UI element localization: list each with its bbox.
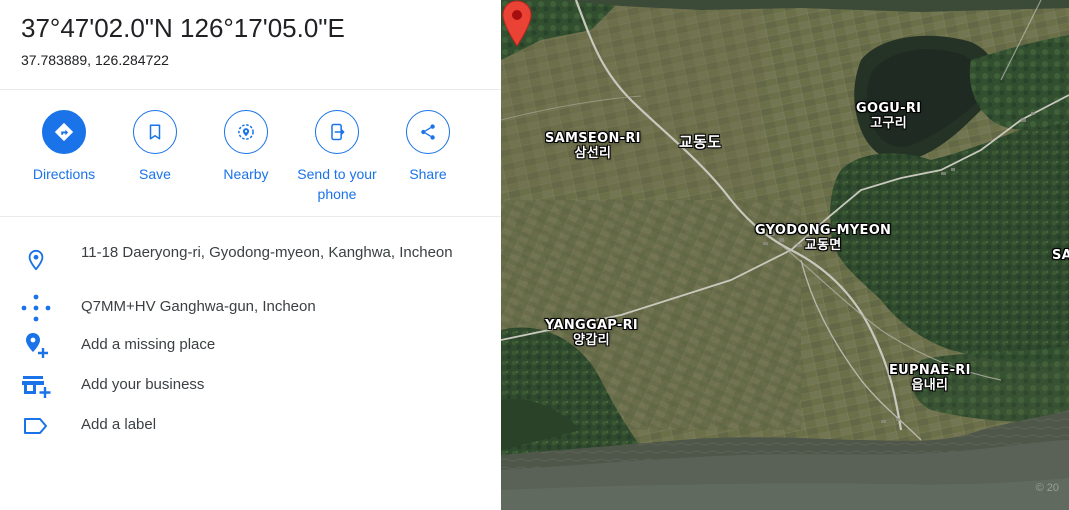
divider bbox=[0, 216, 501, 217]
map-watermark: © 20 bbox=[1035, 482, 1059, 494]
save-button[interactable]: Save bbox=[107, 110, 203, 184]
add-label-text: Add a label bbox=[81, 416, 157, 433]
divider bbox=[0, 89, 501, 90]
page-title: 37°47'02.0"N 126°17'05.0"E bbox=[21, 13, 345, 43]
plus-code-text: Q7MM+HV Ganghwa-gun, Incheon bbox=[81, 298, 316, 315]
share-label: Share bbox=[409, 166, 447, 182]
map-label-partial[interactable]: SA bbox=[1052, 248, 1069, 263]
share-icon bbox=[406, 110, 450, 154]
send-to-phone-icon bbox=[315, 110, 359, 154]
send-to-phone-button[interactable]: Send to your phone bbox=[289, 110, 385, 204]
satellite-imagery bbox=[501, 0, 1069, 510]
directions-button[interactable]: Directions bbox=[16, 110, 112, 184]
share-button[interactable]: Share bbox=[380, 110, 476, 184]
add-business-icon bbox=[18, 372, 54, 400]
nearby-icon bbox=[224, 110, 268, 154]
decimal-coordinates[interactable]: 37.783889, 126.284722 bbox=[21, 51, 169, 69]
send-to-phone-label: Send to your phone bbox=[297, 166, 377, 202]
add-label-row[interactable]: Add a label bbox=[0, 412, 501, 440]
location-marker-icon[interactable] bbox=[501, 0, 533, 48]
add-missing-place-row[interactable]: Add a missing place bbox=[0, 332, 501, 360]
place-panel: 37°47'02.0"N 126°17'05.0"E 37.783889, 12… bbox=[0, 0, 501, 510]
add-missing-place-text: Add a missing place bbox=[81, 336, 216, 353]
add-business-text: Add your business bbox=[81, 376, 205, 393]
map-label-eupnae-ri[interactable]: EUPNAE-RI 읍내리 bbox=[889, 363, 971, 393]
plus-code-icon bbox=[18, 294, 54, 322]
address-row[interactable]: 11-18 Daeryong-ri, Gyodong-myeon, Kanghw… bbox=[0, 242, 501, 282]
satellite-map[interactable]: SAMSEON-RI 삼선리 교동도 GOGU-RI 고구리 GYODONG-M… bbox=[501, 0, 1069, 510]
location-pin-icon bbox=[18, 246, 54, 274]
directions-icon bbox=[42, 110, 86, 154]
map-label-samseon-ri[interactable]: SAMSEON-RI 삼선리 bbox=[545, 131, 641, 161]
add-location-icon bbox=[18, 332, 54, 360]
address-text: 11-18 Daeryong-ri, Gyodong-myeon, Kanghw… bbox=[81, 244, 453, 261]
nearby-label: Nearby bbox=[223, 166, 269, 182]
label-icon bbox=[18, 412, 54, 440]
add-business-row[interactable]: Add your business bbox=[0, 372, 501, 400]
directions-label: Directions bbox=[32, 166, 96, 182]
plus-code-row[interactable]: Q7MM+HV Ganghwa-gun, Incheon bbox=[0, 294, 501, 322]
action-bar: Directions Save Nearby Send to your phon… bbox=[0, 110, 501, 210]
map-label-gogu-ri[interactable]: GOGU-RI 고구리 bbox=[856, 101, 921, 131]
map-label-gyodong-myeon[interactable]: GYODONG-MYEON 교동면 bbox=[755, 223, 891, 253]
map-label-gyodongdo[interactable]: 교동도 bbox=[679, 135, 721, 150]
save-label: Save bbox=[139, 166, 171, 182]
nearby-button[interactable]: Nearby bbox=[198, 110, 294, 184]
bookmark-icon bbox=[133, 110, 177, 154]
map-label-yanggap-ri[interactable]: YANGGAP-RI 양갑리 bbox=[545, 318, 638, 348]
